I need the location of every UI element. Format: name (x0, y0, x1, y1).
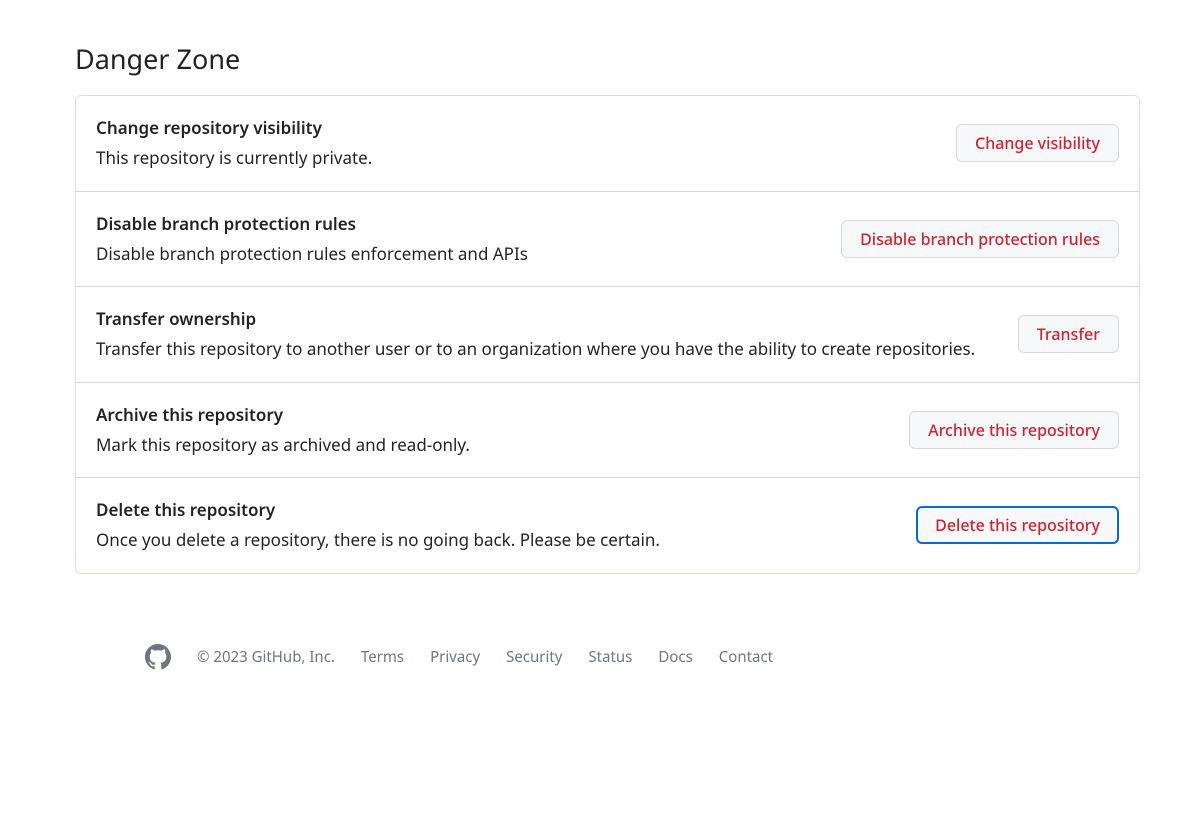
change-visibility-title: Change repository visibility (96, 116, 932, 139)
github-logo-icon (145, 644, 171, 670)
delete-repository-row: Delete this repository Once you delete a… (76, 478, 1139, 573)
archive-repository-button[interactable]: Archive this repository (909, 411, 1119, 449)
footer-link-security[interactable]: Security (506, 647, 562, 667)
disable-branch-protection-row: Disable branch protection rules Disable … (76, 192, 1139, 288)
archive-repository-title: Archive this repository (96, 403, 885, 426)
change-visibility-desc: This repository is currently private. (96, 145, 932, 171)
transfer-ownership-title: Transfer ownership (96, 307, 994, 330)
archive-repository-desc: Mark this repository as archived and rea… (96, 432, 885, 458)
footer-copyright: © 2023 GitHub, Inc. (197, 647, 335, 667)
change-visibility-button[interactable]: Change visibility (956, 124, 1119, 162)
archive-repository-row: Archive this repository Mark this reposi… (76, 383, 1139, 479)
transfer-ownership-text: Transfer ownership Transfer this reposit… (96, 307, 994, 362)
change-visibility-text: Change repository visibility This reposi… (96, 116, 932, 171)
footer-link-status[interactable]: Status (588, 647, 632, 667)
footer-links: Terms Privacy Security Status Docs Conta… (361, 647, 773, 667)
footer-link-privacy[interactable]: Privacy (430, 647, 480, 667)
transfer-ownership-row: Transfer ownership Transfer this reposit… (76, 287, 1139, 383)
delete-repository-button[interactable]: Delete this repository (916, 506, 1119, 544)
footer: © 2023 GitHub, Inc. Terms Privacy Securi… (75, 644, 1140, 670)
footer-link-docs[interactable]: Docs (658, 647, 692, 667)
danger-zone-box: Change repository visibility This reposi… (75, 95, 1140, 574)
delete-repository-text: Delete this repository Once you delete a… (96, 498, 892, 553)
disable-branch-protection-button[interactable]: Disable branch protection rules (841, 220, 1119, 258)
footer-link-contact[interactable]: Contact (719, 647, 773, 667)
footer-link-terms[interactable]: Terms (361, 647, 404, 667)
delete-repository-title: Delete this repository (96, 498, 892, 521)
transfer-ownership-desc: Transfer this repository to another user… (96, 336, 994, 362)
disable-branch-protection-title: Disable branch protection rules (96, 212, 817, 235)
transfer-button[interactable]: Transfer (1018, 315, 1119, 353)
disable-branch-protection-desc: Disable branch protection rules enforcem… (96, 241, 817, 267)
archive-repository-text: Archive this repository Mark this reposi… (96, 403, 885, 458)
disable-branch-protection-text: Disable branch protection rules Disable … (96, 212, 817, 267)
delete-repository-desc: Once you delete a repository, there is n… (96, 527, 892, 553)
change-visibility-row: Change repository visibility This reposi… (76, 96, 1139, 192)
danger-zone-heading: Danger Zone (75, 40, 1140, 77)
